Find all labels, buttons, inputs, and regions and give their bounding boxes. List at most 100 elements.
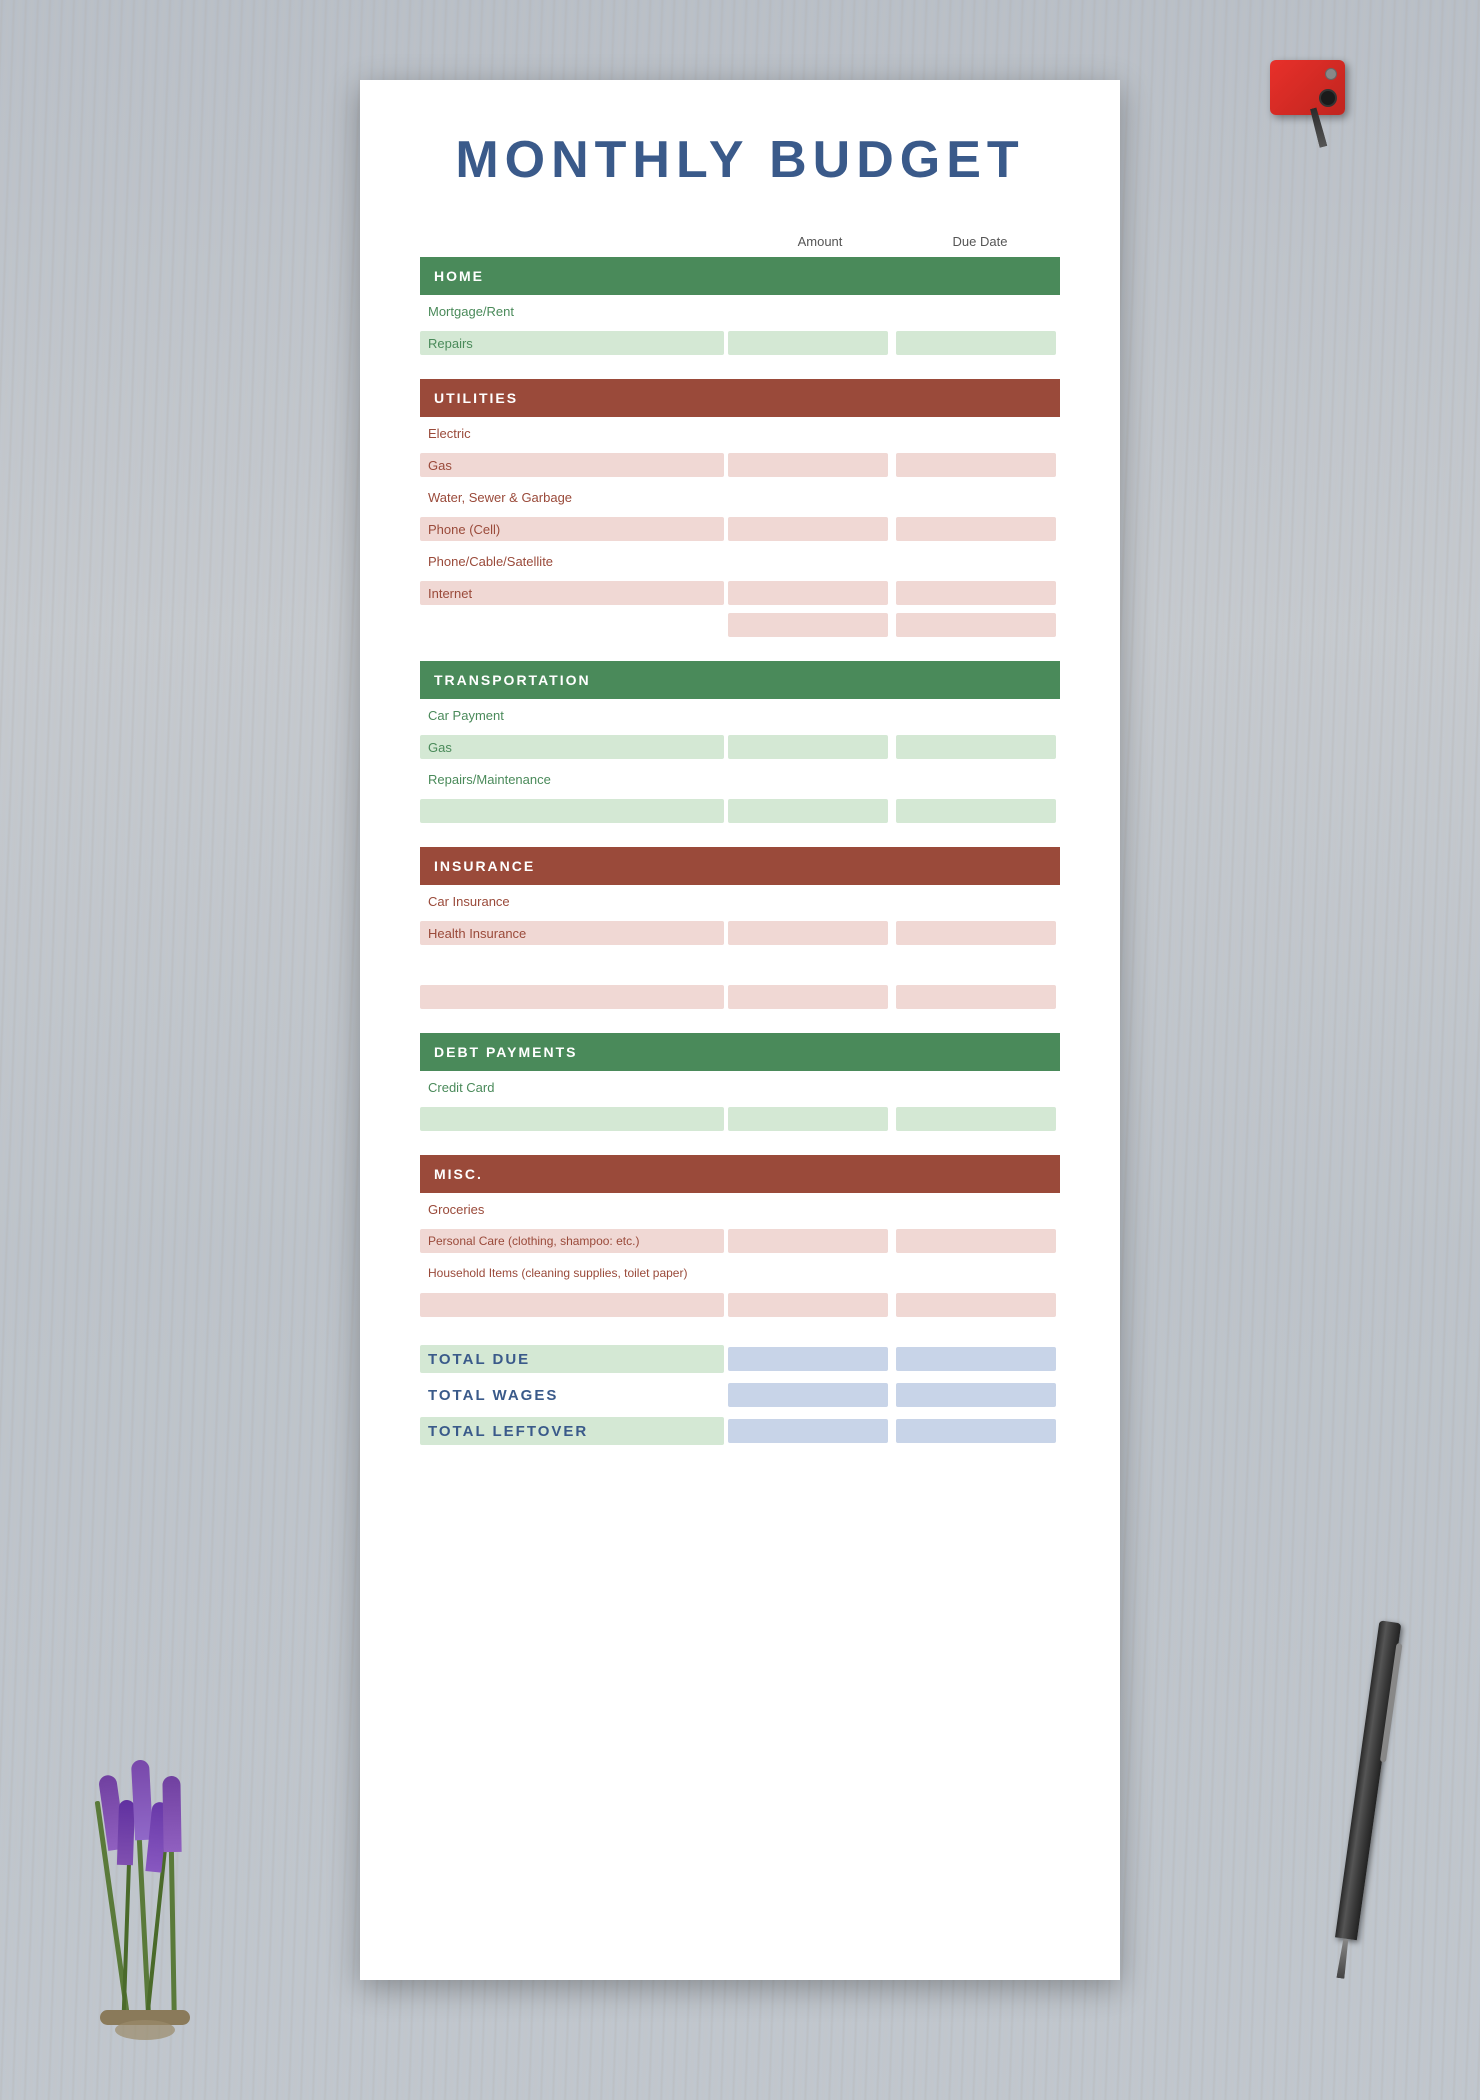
row-groceries: Groceries — [420, 1193, 1060, 1225]
label-groceries: Groceries — [420, 1202, 724, 1217]
cell-groceries-amount[interactable] — [728, 1197, 888, 1221]
label-gas-trans: Gas — [420, 735, 724, 759]
row-car-payment: Car Payment — [420, 699, 1060, 731]
label-total-due: TOTAL DUE — [420, 1345, 724, 1373]
label-car-payment: Car Payment — [420, 708, 724, 723]
cell-mortgage-due[interactable] — [896, 299, 1056, 323]
section-header-transportation: TRANSPORTATION — [420, 661, 1060, 699]
row-gas-utilities: Gas — [420, 449, 1060, 481]
row-total-leftover: TOTAL LEFTOVER — [420, 1413, 1060, 1449]
pen-decoration — [1327, 1620, 1402, 1999]
row-cable: Phone/Cable/Satellite — [420, 545, 1060, 577]
cell-household-due[interactable] — [896, 1261, 1056, 1285]
cell-trans-blank-amount[interactable] — [728, 799, 888, 823]
row-car-insurance: Car Insurance — [420, 885, 1060, 917]
cell-car-payment-due[interactable] — [896, 703, 1056, 727]
cell-total-wages-amount[interactable] — [728, 1383, 888, 1407]
label-health-insurance: Health Insurance — [420, 921, 724, 945]
cell-car-ins-amount[interactable] — [728, 889, 888, 913]
cell-personal-care-due[interactable] — [896, 1229, 1056, 1253]
row-phone-cell: Phone (Cell) — [420, 513, 1060, 545]
cell-repairs-maint-amount[interactable] — [728, 767, 888, 791]
label-gas-utilities: Gas — [420, 453, 724, 477]
section-insurance: INSURANCE Car Insurance Health Insurance — [420, 847, 1060, 1013]
row-ins-blank1 — [420, 949, 1060, 981]
cell-groceries-due[interactable] — [896, 1197, 1056, 1221]
cell-repairs-amount[interactable] — [728, 331, 888, 355]
row-personal-care: Personal Care (clothing, shampoo: etc.) — [420, 1225, 1060, 1257]
cell-total-due-amount[interactable] — [728, 1347, 888, 1371]
row-water: Water, Sewer & Garbage — [420, 481, 1060, 513]
label-repairs-maintenance: Repairs/Maintenance — [420, 772, 724, 787]
cell-water-amount[interactable] — [728, 485, 888, 509]
cell-internet-amount[interactable] — [728, 581, 888, 605]
cell-total-leftover-amount[interactable] — [728, 1419, 888, 1443]
cell-repairs-maint-due[interactable] — [896, 767, 1056, 791]
cell-cable-amount[interactable] — [728, 549, 888, 573]
cell-health-ins-due[interactable] — [896, 921, 1056, 945]
cell-water-due[interactable] — [896, 485, 1056, 509]
cell-health-ins-amount[interactable] — [728, 921, 888, 945]
row-debt-blank — [420, 1103, 1060, 1135]
section-transportation: TRANSPORTATION Car Payment Gas Repairs/M… — [420, 661, 1060, 827]
cell-ins-blank2-due[interactable] — [896, 985, 1056, 1009]
cell-gas-trans-amount[interactable] — [728, 735, 888, 759]
row-gas-trans: Gas — [420, 731, 1060, 763]
label-cable: Phone/Cable/Satellite — [420, 554, 724, 569]
label-mortgage-rent: Mortgage/Rent — [420, 304, 724, 319]
cell-personal-care-amount[interactable] — [728, 1229, 888, 1253]
cell-total-due-date[interactable] — [896, 1347, 1056, 1371]
cell-ins-blank1-amount[interactable] — [728, 953, 888, 977]
cell-household-amount[interactable] — [728, 1261, 888, 1285]
col-header-amount: Amount — [740, 234, 900, 249]
section-utilities: UTILITIES Electric Gas Water, Sewer & Ga… — [420, 379, 1060, 641]
cell-credit-due[interactable] — [896, 1075, 1056, 1099]
cell-electric-due[interactable] — [896, 421, 1056, 445]
cell-car-payment-amount[interactable] — [728, 703, 888, 727]
cell-util-blank-due[interactable] — [896, 613, 1056, 637]
cell-credit-amount[interactable] — [728, 1075, 888, 1099]
label-car-insurance: Car Insurance — [420, 894, 724, 909]
cell-gas-trans-due[interactable] — [896, 735, 1056, 759]
cell-repairs-due[interactable] — [896, 331, 1056, 355]
cell-cable-due[interactable] — [896, 549, 1056, 573]
budget-paper: MONTHLY BUDGET Amount Due Date HOME Mort… — [360, 80, 1120, 1980]
section-header-misc: MISC. — [420, 1155, 1060, 1193]
cell-internet-due[interactable] — [896, 581, 1056, 605]
totals-section: TOTAL DUE TOTAL WAGES TOTAL LEFTOVER — [420, 1341, 1060, 1449]
label-personal-care: Personal Care (clothing, shampoo: etc.) — [420, 1229, 724, 1253]
cell-car-ins-due[interactable] — [896, 889, 1056, 913]
cell-gas-util-amount[interactable] — [728, 453, 888, 477]
section-title-insurance: INSURANCE — [420, 858, 1060, 874]
label-electric: Electric — [420, 426, 724, 441]
section-header-debt: DEBT PAYMENTS — [420, 1033, 1060, 1071]
section-title-home: HOME — [420, 268, 1060, 284]
label-household-items: Household Items (cleaning supplies, toil… — [420, 1266, 724, 1280]
cell-phone-cell-due[interactable] — [896, 517, 1056, 541]
cell-trans-blank-due[interactable] — [896, 799, 1056, 823]
cell-phone-cell-amount[interactable] — [728, 517, 888, 541]
section-home: HOME Mortgage/Rent Repairs — [420, 257, 1060, 359]
label-credit-card: Credit Card — [420, 1080, 724, 1095]
label-total-leftover: TOTAL LEFTOVER — [420, 1417, 724, 1445]
section-title-transportation: TRANSPORTATION — [420, 672, 1060, 688]
row-util-blank — [420, 609, 1060, 641]
section-header-utilities: UTILITIES — [420, 379, 1060, 417]
cell-total-leftover-date[interactable] — [896, 1419, 1056, 1443]
cell-debt-blank-amount[interactable] — [728, 1107, 888, 1131]
cell-debt-blank-due[interactable] — [896, 1107, 1056, 1131]
cell-gas-util-due[interactable] — [896, 453, 1056, 477]
label-phone-cell: Phone (Cell) — [420, 517, 724, 541]
cell-ins-blank1-due[interactable] — [896, 953, 1056, 977]
cell-mortgage-amount[interactable] — [728, 299, 888, 323]
cell-ins-blank2-amount[interactable] — [728, 985, 888, 1009]
cell-misc-blank-amount[interactable] — [728, 1293, 888, 1317]
label-debt-blank — [420, 1107, 724, 1131]
col-header-due-date: Due Date — [900, 234, 1060, 249]
section-title-misc: MISC. — [420, 1166, 1060, 1182]
cell-misc-blank-due[interactable] — [896, 1293, 1056, 1317]
cell-total-wages-date[interactable] — [896, 1383, 1056, 1407]
cell-electric-amount[interactable] — [728, 421, 888, 445]
cell-util-blank-amount[interactable] — [728, 613, 888, 637]
page-title: MONTHLY BUDGET — [420, 130, 1060, 190]
